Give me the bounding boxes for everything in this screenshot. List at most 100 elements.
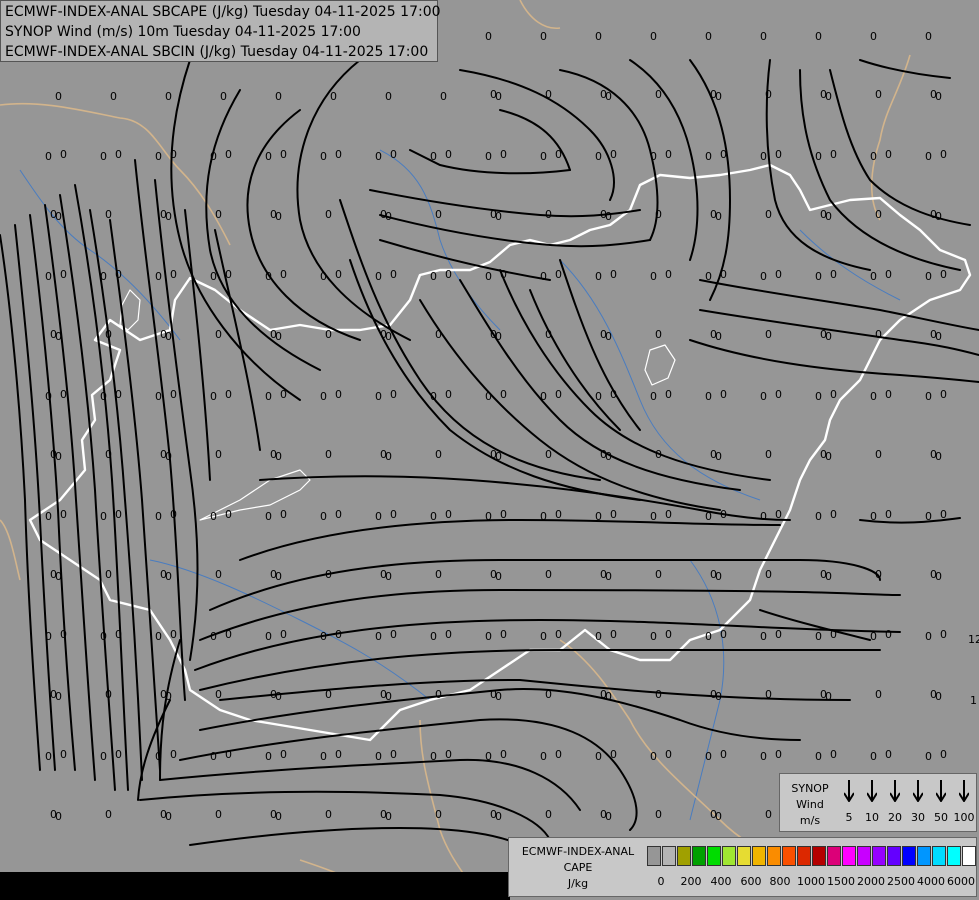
value-label: 0 xyxy=(435,328,442,341)
title-line-wind: SYNOP Wind (m/s) 10m Tuesday 04-11-2025 … xyxy=(5,24,361,40)
value-label: 0 xyxy=(655,568,662,581)
value-label: 0 xyxy=(610,508,617,521)
value-label: 0 xyxy=(215,208,222,221)
value-label: 0 xyxy=(115,148,122,161)
value-label: 0 xyxy=(170,148,177,161)
value-label: 0 xyxy=(265,390,272,403)
value-label: 0 xyxy=(375,750,382,763)
value-label: 0 xyxy=(155,390,162,403)
cape-legend-title-2: CAPE xyxy=(563,861,593,874)
value-label: 0 xyxy=(445,268,452,281)
bottom-no-data-strip xyxy=(0,872,510,900)
value-label: 0 xyxy=(165,690,172,703)
value-label: 0 xyxy=(485,510,492,523)
value-label: 0 xyxy=(925,630,932,643)
value-label: 0 xyxy=(605,330,612,343)
value-label: 0 xyxy=(655,88,662,101)
value-label: 0 xyxy=(540,630,547,643)
value-label: 0 xyxy=(275,330,282,343)
value-label: 0 xyxy=(815,630,822,643)
value-label: 0 xyxy=(665,508,672,521)
value-label: 0 xyxy=(320,390,327,403)
value-label: 0 xyxy=(545,328,552,341)
value-label: 0 xyxy=(225,628,232,641)
value-label: 0 xyxy=(115,628,122,641)
value-label: 0 xyxy=(605,690,612,703)
value-label: 0 xyxy=(870,750,877,763)
wind-legend: SYNOP Wind m/s 5 10 20 30 50 100 xyxy=(779,773,977,832)
cape-legend-label: 800 xyxy=(769,875,791,888)
value-label: 0 xyxy=(275,450,282,463)
value-label: 0 xyxy=(225,508,232,521)
value-label: 0 xyxy=(500,628,507,641)
value-label: 0 xyxy=(595,390,602,403)
value-label: 0 xyxy=(170,388,177,401)
value-label: 0 xyxy=(335,748,342,761)
value-label: 0 xyxy=(500,748,507,761)
value-label: 0 xyxy=(100,750,107,763)
value-label: 0 xyxy=(435,448,442,461)
value-label: 0 xyxy=(445,388,452,401)
value-label: 0 xyxy=(375,270,382,283)
value-label: 0 xyxy=(225,148,232,161)
value-label: 0 xyxy=(500,388,507,401)
cape-legend-swatch xyxy=(857,846,871,866)
value-label: 0 xyxy=(155,510,162,523)
value-label: 0 xyxy=(825,330,832,343)
value-label: 0 xyxy=(165,90,172,103)
value-label: 0 xyxy=(320,510,327,523)
value-label: 0 xyxy=(610,268,617,281)
value-label: 0 xyxy=(870,510,877,523)
value-label: 0 xyxy=(105,328,112,341)
value-label: 0 xyxy=(775,268,782,281)
cape-legend-swatch xyxy=(692,846,706,866)
map-canvas: 0 0 0 0 0 0 0 0 0 0 0 0 0 0 0 0 0 0 0 0 0 0 0 0 0 0 0 0 0 0 0 0 0 0 0 0 0 0 0 0… xyxy=(0,0,979,900)
value-label: 0 xyxy=(935,210,942,223)
value-label: 0 xyxy=(280,628,287,641)
value-label: 0 xyxy=(720,508,727,521)
value-label: 0 xyxy=(875,688,882,701)
value-label: 0 xyxy=(760,30,767,43)
value-label: 0 xyxy=(275,210,282,223)
cape-legend-swatch xyxy=(932,846,946,866)
value-label: 0 xyxy=(650,630,657,643)
cape-legend-swatch xyxy=(827,846,841,866)
value-label: 0 xyxy=(100,390,107,403)
wind-legend-label: 20 xyxy=(888,811,902,824)
value-label: 0 xyxy=(325,448,332,461)
value-label: 0 xyxy=(485,630,492,643)
value-label: 0 xyxy=(210,750,217,763)
wind-legend-label: 30 xyxy=(911,811,925,824)
cape-legend-label: 2500 xyxy=(887,875,915,888)
value-label: 0 xyxy=(595,150,602,163)
cape-legend-swatch xyxy=(842,846,856,866)
value-label: 0 xyxy=(825,90,832,103)
value-label: 0 xyxy=(595,510,602,523)
value-label: 0 xyxy=(540,270,547,283)
value-label: 0 xyxy=(335,148,342,161)
value-label: 0 xyxy=(55,210,62,223)
value-label: 0 xyxy=(165,810,172,823)
value-label: 0 xyxy=(935,570,942,583)
value-label: 0 xyxy=(320,150,327,163)
value-label: 0 xyxy=(720,748,727,761)
value-label: 0 xyxy=(555,748,562,761)
cape-legend-label: 400 xyxy=(710,875,732,888)
value-label: 0 xyxy=(760,150,767,163)
value-label: 0 xyxy=(325,208,332,221)
value-label: 0 xyxy=(500,508,507,521)
value-label: 0 xyxy=(445,628,452,641)
value-label: 0 xyxy=(430,750,437,763)
value-label: 0 xyxy=(170,268,177,281)
value-label: 0 xyxy=(925,510,932,523)
value-label: 0 xyxy=(765,688,772,701)
value-label: 0 xyxy=(485,750,492,763)
value-label: 0 xyxy=(775,748,782,761)
value-label: 0 xyxy=(925,390,932,403)
cape-legend-label: 6000 xyxy=(947,875,975,888)
value-label: 0 xyxy=(265,270,272,283)
value-label: 0 xyxy=(495,690,502,703)
value-label: 0 xyxy=(925,750,932,763)
value-label: 0 xyxy=(765,448,772,461)
value-label: 0 xyxy=(720,388,727,401)
